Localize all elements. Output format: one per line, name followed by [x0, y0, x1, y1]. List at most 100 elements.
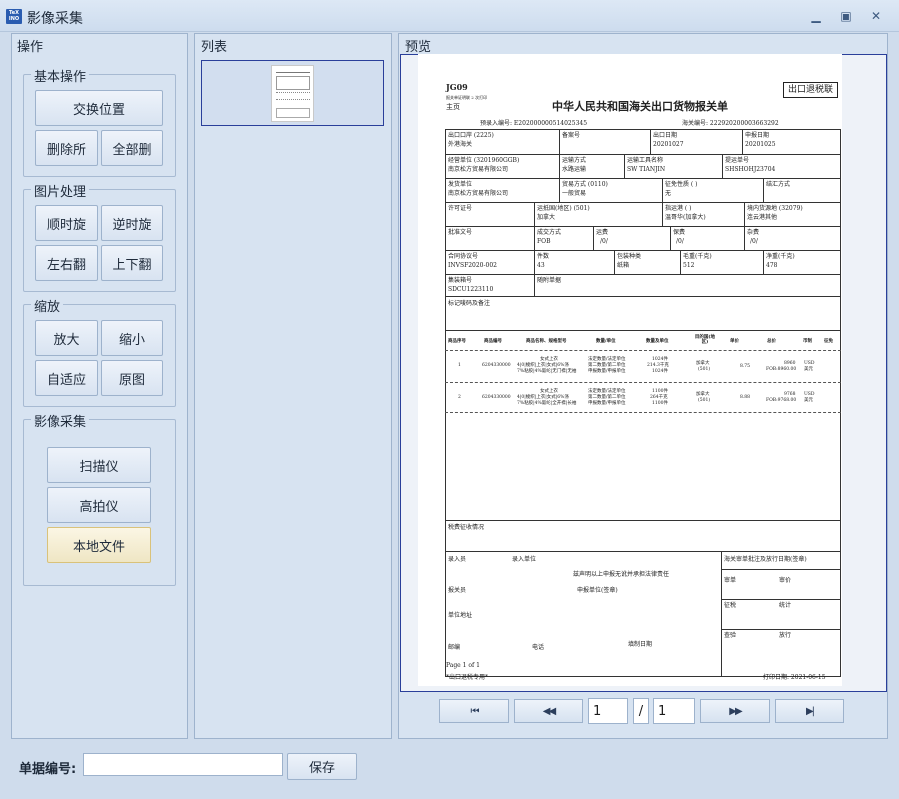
zoom-group: 缩放 放大 缩小 自适应 原图	[23, 296, 176, 407]
zoom-out-button[interactable]: 缩小	[101, 320, 163, 356]
doc-insurance-value: /0/	[676, 238, 684, 245]
doc-col-name: 商品名称、规格型号	[526, 339, 567, 344]
doc-license-label: 许可证号	[448, 205, 473, 212]
doc-item-spec2: 7%粘胶|4%氨纶|全开襟|长袖	[517, 401, 577, 406]
delete-all-button[interactable]: 全部删	[101, 130, 163, 166]
doc-pack-label: 包装种类	[617, 253, 642, 260]
capture-legend: 影像采集	[31, 411, 90, 430]
doc-trade-label: 贸易方式 (0110)	[562, 181, 608, 188]
doc-footnote: *出口退税专用*	[446, 674, 489, 681]
doc-export-date-label: 出口日期	[653, 132, 678, 139]
camera-button[interactable]: 高拍仪	[47, 487, 151, 523]
delete-selected-button[interactable]: 删除所	[35, 130, 98, 166]
capture-group: 影像采集 扫描仪 高拍仪 本地文件	[23, 411, 176, 586]
scanner-button[interactable]: 扫描仪	[47, 447, 151, 483]
doc-trade-value: 一般贸易	[562, 190, 587, 197]
first-page-button[interactable]: ⏮	[439, 699, 509, 723]
original-size-button[interactable]: 原图	[101, 360, 163, 396]
doc-col-seq: 商品序号	[448, 339, 466, 344]
rotate-ccw-button[interactable]: 逆时旋	[101, 205, 163, 241]
doc-domestic-label: 境内货源地 (32079)	[747, 205, 803, 212]
flip-vertical-button[interactable]: 上下翻	[101, 245, 163, 281]
maximize-icon[interactable]: ▣	[838, 9, 854, 23]
fit-button[interactable]: 自适应	[35, 360, 98, 396]
doc-inspect-label: 查验	[724, 632, 737, 639]
doc-docs-label: 随附单据	[537, 277, 562, 284]
basic-ops-legend: 基本操作	[31, 66, 90, 85]
swap-button[interactable]: 交换位置	[35, 90, 163, 126]
doc-item-seq: 2	[458, 395, 461, 400]
doc-entry-unit-label: 录入单位	[512, 556, 537, 563]
local-file-button[interactable]: 本地文件	[47, 527, 151, 563]
doc-col-dest: 目的国(地区)	[694, 335, 716, 345]
doc-fill-date-label: 填制日期	[628, 641, 653, 648]
doc-stamp: 出口退税联	[783, 82, 839, 98]
window-title: 影像采集	[27, 11, 83, 27]
doc-transport-value: 水路运输	[562, 166, 587, 173]
doc-no-input[interactable]	[83, 753, 283, 776]
doc-col-code: 商品编号	[484, 339, 502, 344]
doc-deal-label: 成交方式	[537, 229, 562, 236]
list-title: 列表	[201, 40, 228, 55]
doc-item-seq: 1	[458, 363, 461, 368]
doc-approval-label: 批准文号	[448, 229, 473, 236]
doc-entry-label: 录入员	[448, 556, 467, 563]
zoom-legend: 缩放	[31, 296, 64, 315]
app-icon: TeX INO	[6, 9, 22, 24]
doc-pieces-value: 43	[537, 262, 545, 269]
doc-col-amount: 数量及单位	[646, 339, 669, 344]
save-button[interactable]: 保存	[287, 753, 357, 780]
doc-code: JG09	[446, 82, 468, 92]
doc-domestic-value: 连云港其他	[747, 214, 778, 221]
title-bar: TeX INO 影像采集 ▁ ▣ ✕	[0, 0, 899, 32]
doc-item-qty-label3: 申报数量/申报单位	[588, 401, 626, 406]
doc-code-sub: 报关单证明联 2 次打印	[446, 95, 488, 100]
doc-consignor-label: 发货单位	[448, 181, 473, 188]
last-page-button[interactable]: ▶|	[775, 699, 844, 723]
doc-operator-label: 经营单位 (3201960GGB)	[448, 157, 520, 164]
doc-insurance-label: 保费	[673, 229, 686, 236]
preview-title: 预览	[405, 40, 432, 55]
doc-item-amount3: 1024件	[652, 369, 668, 374]
doc-misc-label: 杂费	[747, 229, 760, 236]
doc-no-label: 单据编号:	[19, 762, 77, 777]
doc-item-spec2: 7%粘胶|4%氨纶|无门襟|无袖	[517, 369, 577, 374]
doc-tax-nature-label: 征免性质 ( )	[665, 181, 698, 188]
list-item[interactable]	[201, 60, 384, 126]
doc-port-dest-value: 温哥华(加拿大)	[665, 214, 706, 221]
doc-page-info: Page 1 of 1	[446, 662, 480, 669]
prev-page-button[interactable]: ◀◀	[514, 699, 583, 723]
doc-container-value: SDCU1223110	[448, 286, 494, 293]
rotate-cw-button[interactable]: 顺时旋	[35, 205, 98, 241]
doc-deal-value: FOB	[537, 238, 551, 245]
doc-contract-value: INVSF2020-002	[448, 262, 497, 269]
doc-contract-label: 合同协议号	[448, 253, 479, 260]
doc-examine-label: 审价	[779, 577, 792, 584]
doc-phone-label: 电话	[532, 644, 545, 651]
flip-horizontal-button[interactable]: 左右翻	[35, 245, 98, 281]
current-page-input[interactable]: 1	[588, 698, 628, 724]
image-ops-legend: 图片处理	[31, 181, 90, 200]
doc-gross-label: 毛重(千克)	[683, 253, 712, 260]
minimize-icon[interactable]: ▁	[808, 9, 824, 23]
close-icon[interactable]: ✕	[868, 9, 884, 23]
doc-country-label: 运抵国(地区) (501)	[537, 205, 590, 212]
page-separator: /	[633, 698, 649, 724]
doc-customs-no: 海关编号: 222920200003663292	[682, 120, 779, 127]
doc-unit-addr-label: 单位地址	[448, 612, 473, 619]
document-image: JG09 报关单证明联 2 次打印 出口退税联 主页 中华人民共和国海关出口货物…	[418, 54, 842, 686]
total-pages: 1	[653, 698, 695, 724]
doc-transport-label: 运输方式	[562, 157, 587, 164]
doc-col-currency: 币制	[803, 339, 812, 344]
next-page-button[interactable]: ▶▶	[700, 699, 770, 723]
operations-title: 操作	[17, 40, 44, 55]
doc-item-code: 6204330000	[482, 363, 511, 368]
doc-misc-value: /0/	[750, 238, 758, 245]
doc-export-date-value: 20201027	[653, 141, 684, 148]
doc-gross-value: 512	[683, 262, 695, 269]
doc-title: 中华人民共和国海关出口货物报关单	[552, 100, 728, 113]
doc-exit-port-value: 外港海关	[448, 141, 473, 148]
doc-vehicle-value: SW TIANJIN	[627, 166, 666, 173]
zoom-in-button[interactable]: 放大	[35, 320, 98, 356]
doc-col-qty: 数量/单位	[596, 339, 616, 344]
